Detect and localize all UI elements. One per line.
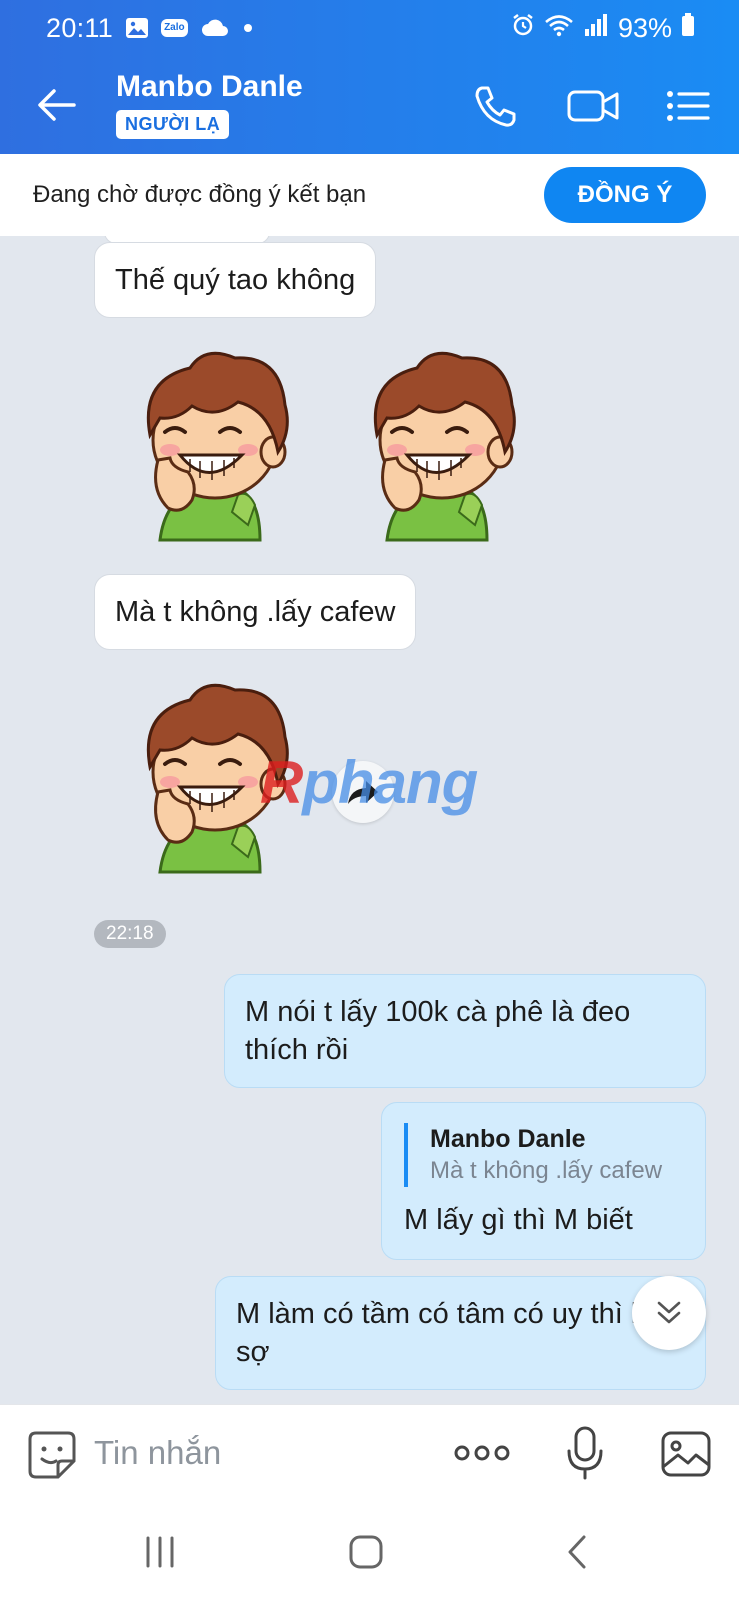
- friend-request-message: Đang chờ được đồng ý kết bạn: [33, 181, 367, 208]
- incoming-message[interactable]: Mà t không .lấy cafew: [94, 574, 417, 650]
- chat-header: Manbo Danle NGƯỜI LẠ: [0, 56, 739, 154]
- recent-apps-icon: [146, 1536, 174, 1568]
- voice-record-button[interactable]: [565, 1425, 605, 1481]
- stranger-badge: NGƯỜI LẠ: [116, 110, 230, 139]
- message-text: M nói t lấy 100k cà phê là đeo thích rồi: [245, 996, 631, 1066]
- boy-sticker[interactable]: [120, 340, 310, 550]
- home-icon: [349, 1535, 383, 1569]
- back-nav-button[interactable]: [562, 1532, 592, 1572]
- quoted-message[interactable]: Manbo Danle Mà t không .lấy cafew: [404, 1123, 685, 1187]
- outgoing-reply-message[interactable]: Manbo Danle Mà t không .lấy cafew M lấy …: [381, 1102, 706, 1260]
- watermark-first-letter: R: [260, 749, 303, 816]
- back-arrow-icon: [38, 89, 76, 121]
- alarm-icon: [511, 13, 535, 44]
- message-input[interactable]: [94, 1427, 424, 1479]
- battery-percent: 93%: [617, 12, 672, 43]
- microphone-icon: [567, 1426, 603, 1480]
- back-button[interactable]: [34, 82, 80, 128]
- recent-apps-button[interactable]: [140, 1532, 180, 1572]
- quoted-text: Mà t không .lấy cafew: [430, 1157, 663, 1184]
- zalo-icon: Zalo: [161, 19, 188, 37]
- screen: 20:11 Zalo 93% Manbo Danle NGƯỜI LẠ Đang…: [0, 0, 739, 1600]
- notification-dot-icon: [242, 22, 254, 34]
- message-text: Thế quý tao không: [115, 264, 356, 296]
- video-camera-icon: [567, 90, 619, 122]
- message-input-bar: [0, 1404, 739, 1502]
- incoming-message[interactable]: Thế quý tao không: [94, 242, 377, 318]
- outgoing-message[interactable]: M làm có tầm có tâm có uy thì kg sợ: [215, 1276, 706, 1390]
- gallery-icon: [125, 17, 149, 39]
- friend-request-bar: Đang chờ được đồng ý kết bạn ĐỒNG Ý: [0, 154, 739, 236]
- wifi-icon: [544, 13, 574, 44]
- message-time-badge: 22:18: [94, 920, 166, 948]
- battery-icon: [681, 12, 695, 44]
- cloud-icon: [200, 18, 230, 38]
- outgoing-message[interactable]: M nói t lấy 100k cà phê là đeo thích rồi: [224, 974, 706, 1088]
- accept-friend-button[interactable]: ĐỒNG Ý: [544, 167, 706, 223]
- zalo-label: Zalo: [161, 19, 188, 37]
- more-dots-icon: [454, 1445, 510, 1461]
- contact-name[interactable]: Manbo Danle: [116, 70, 303, 104]
- message-text: M làm có tầm có tâm có uy thì kg sợ: [236, 1298, 662, 1368]
- watermark-text: phang: [302, 749, 478, 816]
- more-options-button[interactable]: [452, 1435, 512, 1471]
- chat-area[interactable]: Thế quý tao không Mà t không .lấy cafew …: [0, 236, 739, 1404]
- signal-icon: [583, 13, 609, 44]
- sticker-emoji-icon: [28, 1431, 76, 1479]
- video-call-button[interactable]: [565, 80, 619, 132]
- scroll-to-bottom-button[interactable]: [632, 1276, 706, 1350]
- watermark: Rphang: [260, 748, 478, 817]
- boy-sticker[interactable]: [347, 340, 537, 550]
- status-time: 20:11: [46, 12, 114, 43]
- send-image-button[interactable]: [660, 1429, 712, 1479]
- message-text: M lấy gì thì M biết: [404, 1204, 633, 1236]
- back-icon: [568, 1535, 586, 1569]
- quoted-sender: Manbo Danle: [430, 1125, 586, 1153]
- menu-list-icon: [667, 91, 710, 121]
- status-bar: 20:11 Zalo 93%: [0, 0, 739, 56]
- phone-icon: [475, 86, 516, 127]
- sticker-button[interactable]: [26, 1429, 78, 1481]
- voice-call-button[interactable]: [470, 80, 522, 132]
- double-chevron-down-icon: [657, 1301, 681, 1324]
- home-button[interactable]: [346, 1532, 386, 1572]
- image-icon: [661, 1431, 711, 1477]
- options-menu-button[interactable]: [664, 80, 716, 132]
- message-text: Mà t không .lấy cafew: [115, 596, 396, 628]
- system-navigation-bar: [0, 1502, 739, 1600]
